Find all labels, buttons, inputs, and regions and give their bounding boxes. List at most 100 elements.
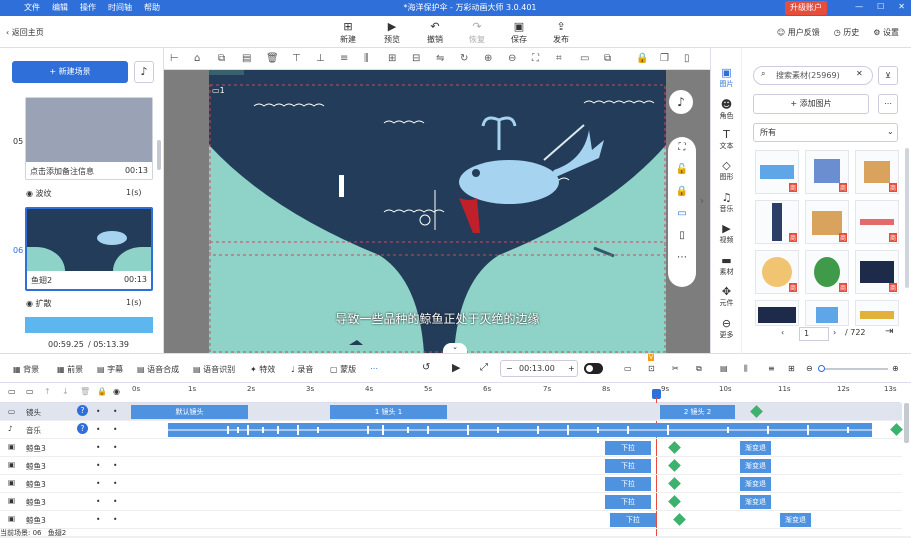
distribute-v-icon[interactable]: ⫼ (364, 53, 369, 64)
align-icon[interactable]: ≡ (768, 364, 775, 373)
scrollbar[interactable] (157, 140, 161, 170)
asset-thumbnail[interactable] (755, 300, 799, 326)
zoom-slider[interactable] (818, 365, 888, 372)
bg-button[interactable]: ▦ 背景 (13, 364, 39, 375)
add-keyframe-icon[interactable] (668, 477, 681, 490)
delete-icon[interactable]: 🗑 (266, 53, 279, 64)
asset-thumbnail[interactable]: 商 (805, 200, 849, 244)
cut-icon[interactable]: ✂ (672, 364, 679, 373)
music-note-icon[interactable]: ♪ (669, 90, 693, 114)
time-ruler[interactable]: 0s 1s 2s 3s 4s 5s 6s 7s 8s 9s 10s 11s 12… (130, 383, 900, 403)
clear-icon[interactable]: ✕ (856, 69, 863, 78)
dot-icon[interactable]: • (96, 479, 100, 488)
settings-button[interactable]: ⚙ 设置 (873, 27, 899, 38)
layers-icon[interactable]: ⧉ (604, 53, 611, 64)
asset-thumbnail[interactable] (805, 300, 849, 326)
dot-icon[interactable]: • (96, 443, 100, 452)
dot-icon[interactable]: • (113, 479, 117, 488)
cat-music[interactable]: ♫ 音乐 (711, 191, 742, 214)
page-icon[interactable]: ▯ (684, 53, 690, 64)
play-icon[interactable]: ▶ (452, 361, 460, 374)
anim-clip[interactable]: 下拉 (610, 513, 656, 527)
lock-icon[interactable]: 🔓 (668, 159, 696, 181)
cat-video[interactable]: ▶ 视频 (711, 222, 742, 245)
scrollbar[interactable] (905, 148, 909, 288)
new-button[interactable]: ⊞ 新建 (331, 20, 365, 45)
track-header-whale[interactable]: ▣ 鲸鱼3 • • (0, 475, 130, 493)
dot-icon[interactable]: • (113, 461, 117, 470)
timeline-clip[interactable]: 默认镜头 (131, 405, 248, 419)
grid-icon[interactable]: ⊟ (412, 53, 420, 64)
cat-shape[interactable]: ◇ 图形 (711, 159, 742, 182)
move-down-icon[interactable]: ↓ (62, 387, 69, 396)
search-input[interactable]: 搜索素材(25969) (753, 66, 873, 85)
transition-item[interactable]: ◉ 扩散 (26, 298, 52, 309)
distribute-icon[interactable]: ≡ (340, 53, 348, 64)
subtitle-button[interactable]: ▤ 字幕 (97, 364, 123, 375)
import-icon[interactable]: ⇥ (885, 326, 893, 337)
paste-icon[interactable]: ▤ (720, 364, 728, 373)
asset-thumbnail[interactable]: 商 (855, 250, 899, 294)
add-keyframe-icon[interactable] (668, 495, 681, 508)
save-button[interactable]: ▣ 保存 (502, 20, 536, 45)
add-folder-icon[interactable]: ▭ (8, 387, 16, 396)
undo-button[interactable]: ↶ 撤销 (418, 20, 452, 45)
audio-waveform[interactable] (168, 423, 872, 437)
flip-icon[interactable]: ⇋ (436, 53, 444, 64)
dot-icon[interactable]: • (96, 497, 100, 506)
menu-file[interactable]: 文件 (24, 2, 40, 13)
scene-canvas[interactable]: ▭1 导致一些品种的鲸鱼正处于灭绝的边缘 (209, 70, 666, 353)
tts-button[interactable]: ▤ 语音合成 (137, 364, 179, 375)
expand-icon[interactable]: ⤢ (480, 362, 488, 373)
screen-icon[interactable]: ▭ (580, 53, 589, 64)
anim-clip[interactable]: 渐变退 (740, 477, 771, 491)
dot-icon[interactable]: • (96, 407, 100, 416)
monitor-icon[interactable]: ▭ (668, 203, 696, 225)
dot-icon[interactable]: • (96, 515, 100, 524)
replay-icon[interactable]: ↺ (422, 362, 430, 373)
close-icon[interactable]: ✕ (898, 2, 905, 11)
record-button[interactable]: ♩ 录音 (291, 364, 313, 375)
menu-timeline[interactable]: 时间轴 (108, 2, 132, 13)
asr-button[interactable]: ▤ 语音识别 (193, 364, 235, 375)
asset-thumbnail[interactable]: 商 (755, 250, 799, 294)
track-header-whale[interactable]: ▣ 鲸鱼3 • • (0, 439, 130, 457)
dot-icon[interactable]: • (113, 515, 117, 524)
add-keyframe-icon[interactable] (668, 441, 681, 454)
add-keyframe-icon[interactable] (668, 459, 681, 472)
dot-icon[interactable]: • (96, 461, 100, 470)
mask-button[interactable]: ▢ 蒙版 (330, 364, 356, 375)
fit-icon[interactable]: ⛶ (532, 53, 539, 64)
align-center-icon[interactable]: ⊞ (388, 53, 396, 64)
time-stepper[interactable]: − 00:13.00 + (500, 360, 578, 377)
eye-icon[interactable]: ◉ (113, 387, 120, 396)
camera-icon[interactable]: ▭ (624, 364, 632, 373)
camera-icon[interactable]: ▭1 (212, 86, 225, 95)
anim-clip[interactable]: 渐变退 (780, 513, 811, 527)
expand-chevron-icon[interactable]: › (700, 196, 704, 207)
filter-icon[interactable]: ⊻ (878, 66, 898, 85)
align-bottom-icon[interactable]: ⊥ (316, 53, 325, 64)
scene-card-05[interactable]: 点击添加备注信息 00:13 (25, 97, 153, 180)
add-keyframe-icon[interactable] (750, 405, 763, 418)
effects-button[interactable]: ✦ 特效 (250, 364, 275, 375)
delete-icon[interactable]: 🗑 (80, 387, 90, 396)
track-header-whale[interactable]: ▣ 鲸鱼3 • • (0, 457, 130, 475)
toggle-switch[interactable] (584, 363, 603, 374)
copy-icon[interactable]: ⧉ (696, 364, 702, 374)
help-icon[interactable]: ? (77, 423, 88, 434)
cat-character[interactable]: ☻ 角色 (711, 98, 742, 121)
back-home-button[interactable]: ‹ 返回主页 (6, 27, 44, 38)
home-icon[interactable]: ⌂ (194, 53, 200, 64)
add-keyframe-icon[interactable] (673, 513, 686, 526)
scene-card-06[interactable]: 鱼翅2 00:13 (25, 207, 153, 291)
asset-thumbnail[interactable]: 商 (855, 150, 899, 194)
preview-button[interactable]: ▶ 预览 (375, 20, 409, 45)
anim-clip[interactable]: 渐变退 (740, 441, 771, 455)
zoom-in-icon[interactable]: ⊕ (484, 53, 492, 64)
asset-thumbnail[interactable]: 商 (805, 250, 849, 294)
menu-edit[interactable]: 编辑 (52, 2, 68, 13)
asset-thumbnail[interactable]: 商 (755, 150, 799, 194)
anim-clip[interactable]: 下拉 (605, 459, 651, 473)
fg-button[interactable]: ▦ 前景 (57, 364, 83, 375)
